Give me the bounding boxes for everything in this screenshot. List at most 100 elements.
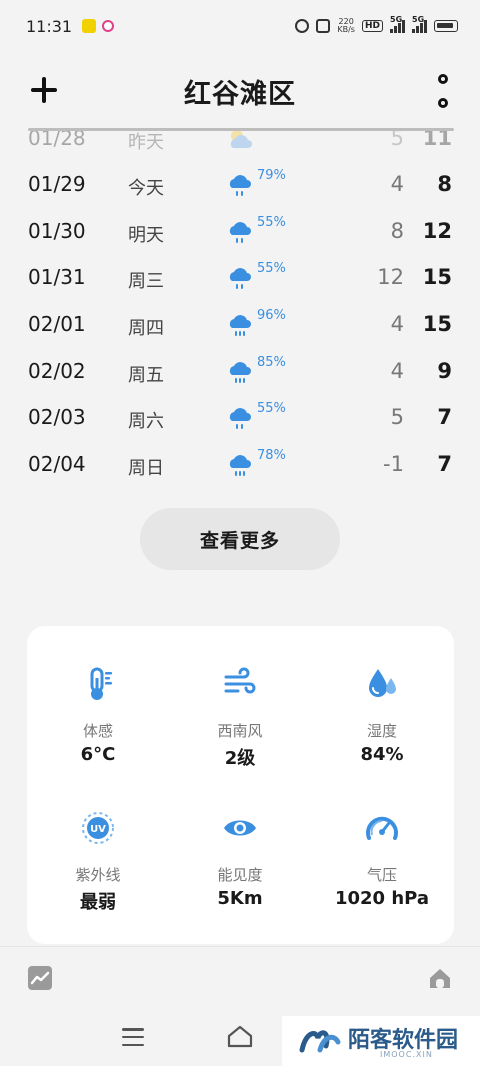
- trend-chart-tab-icon[interactable]: [28, 966, 52, 990]
- recent-apps-button[interactable]: [122, 1028, 144, 1046]
- forecast-row: 01/30 明天 55% 8 12: [0, 209, 480, 256]
- detail-label: 西南风: [217, 722, 263, 740]
- forecast-high: 8: [437, 172, 452, 196]
- forecast-date: 01/29: [28, 172, 86, 196]
- bottom-tab-bar: [0, 946, 480, 1014]
- forecast-high: 12: [422, 218, 452, 243]
- weather-details-card: 体感 6°C 西南风 2级 湿度 84% UV 紫外线 最弱 能见度 5Km 气…: [27, 626, 454, 944]
- forecast-day: 周五: [128, 364, 164, 386]
- battery-icon: [434, 20, 458, 32]
- forecast-low: 4: [390, 172, 404, 196]
- forecast-high: 9: [437, 358, 452, 383]
- rain-icon: [229, 268, 251, 290]
- forecast-high: 7: [437, 405, 452, 430]
- forecast-row: 01/28 昨天 5 11: [0, 116, 480, 162]
- forecast-date: 02/04: [28, 452, 86, 477]
- uv-icon: UV: [82, 812, 114, 844]
- rain-probability: 96%: [257, 308, 286, 324]
- rain-icon: [229, 361, 251, 383]
- notification-app-icon: [102, 20, 115, 32]
- detail-label: 湿度: [366, 722, 397, 740]
- forecast-row: 02/02 周五 85% 4 9: [0, 349, 480, 396]
- mute-icon: [316, 19, 331, 33]
- detail-value: 1020 hPa: [334, 888, 430, 909]
- rain-probability: 55%: [257, 261, 286, 277]
- rain-probability: 79%: [257, 168, 286, 183]
- detail-value: 5Km: [217, 888, 263, 909]
- forecast-high: 7: [437, 452, 452, 477]
- hd-icon: HD: [361, 20, 383, 32]
- chart-line-icon: [30, 971, 50, 985]
- watermark-subtitle: IMOOC.XIN: [380, 1050, 433, 1059]
- gauge-icon: [366, 816, 398, 840]
- detail-value: 84%: [360, 744, 404, 765]
- watermark: 陌客软件园 IMOOC.XIN: [282, 1016, 480, 1066]
- house-icon: [430, 969, 450, 988]
- signal-icon: 5G: [412, 15, 427, 33]
- forecast-high: 15: [422, 312, 452, 337]
- rain-probability: 55%: [257, 401, 286, 417]
- detail-label: 紫外线: [75, 866, 121, 884]
- thermometer-icon: [90, 667, 112, 700]
- forecast-list[interactable]: 01/28 昨天 5 11 01/29 今天 79% 4 8 01/30 明天 …: [0, 116, 480, 489]
- header-divider: [28, 128, 454, 131]
- forecast-low: 5: [390, 405, 404, 430]
- forecast-high: 15: [422, 265, 452, 290]
- dot-icon: [438, 74, 448, 84]
- rain-probability: 78%: [257, 448, 286, 464]
- forecast-row: 02/04 周日 78% -1 7: [0, 442, 480, 489]
- dot-icon: [438, 98, 448, 108]
- status-time: 11:31: [26, 16, 73, 36]
- rain-icon: [229, 221, 251, 243]
- forecast-date: 01/30: [28, 218, 86, 243]
- forecast-day: 周四: [128, 318, 164, 340]
- wind-icon: [224, 667, 256, 694]
- forecast-day: 周六: [128, 411, 164, 433]
- detail-value: 2级: [224, 748, 256, 769]
- status-bar: 11:31 220 KB/s HD 5G 5G: [0, 0, 480, 52]
- forecast-day: 周日: [128, 458, 164, 480]
- rain-probability: 55%: [257, 214, 286, 230]
- eye-icon: [224, 820, 256, 836]
- more-options-button[interactable]: [436, 74, 450, 108]
- forecast-row: 01/29 今天 79% 4 8: [0, 162, 480, 209]
- forecast-date: 01/31: [28, 265, 86, 290]
- forecast-date: 02/01: [28, 312, 86, 337]
- rain-icon: [229, 175, 251, 196]
- signal-label: 5G: [390, 15, 403, 24]
- forecast-day: 周三: [128, 271, 164, 293]
- humidity-icon: [369, 669, 396, 697]
- see-more-button[interactable]: 查看更多: [140, 508, 340, 570]
- notification-app-icon: [82, 19, 97, 33]
- signal-icon: 5G: [390, 15, 405, 33]
- detail-value: 6°C: [80, 744, 116, 765]
- rain-probability: 85%: [257, 354, 286, 370]
- detail-value: 最弱: [80, 892, 116, 913]
- svg-text:UV: UV: [90, 824, 106, 835]
- home-button-icon[interactable]: [227, 1024, 253, 1048]
- alarm-icon: [295, 19, 310, 33]
- watermark-logo: [299, 1030, 341, 1053]
- home-tab-icon[interactable]: [428, 966, 452, 990]
- forecast-row: 01/31 周三 55% 12 15: [0, 255, 480, 302]
- rain-icon: [229, 455, 251, 477]
- net-speed: 220 KB/s: [337, 18, 355, 34]
- forecast-day: 今天: [128, 178, 164, 199]
- detail-label: 能见度: [217, 866, 263, 884]
- forecast-day: 明天: [128, 224, 164, 246]
- forecast-low: 4: [390, 312, 404, 337]
- forecast-date: 02/03: [28, 405, 86, 430]
- detail-label: 体感: [82, 722, 113, 740]
- forecast-low: 8: [390, 218, 404, 243]
- detail-label: 气压: [366, 866, 397, 884]
- forecast-row: 02/01 周四 96% 4 15: [0, 302, 480, 349]
- forecast-low: 4: [390, 358, 404, 383]
- forecast-low: -1: [383, 452, 404, 477]
- rain-icon: [229, 408, 251, 430]
- page-title: 红谷滩区: [184, 79, 296, 110]
- net-speed-unit: KB/s: [337, 25, 355, 34]
- rain-icon: [229, 315, 251, 337]
- app-header: 红谷滩区: [0, 60, 480, 120]
- forecast-low: 12: [377, 265, 404, 290]
- forecast-day: 昨天: [128, 132, 164, 153]
